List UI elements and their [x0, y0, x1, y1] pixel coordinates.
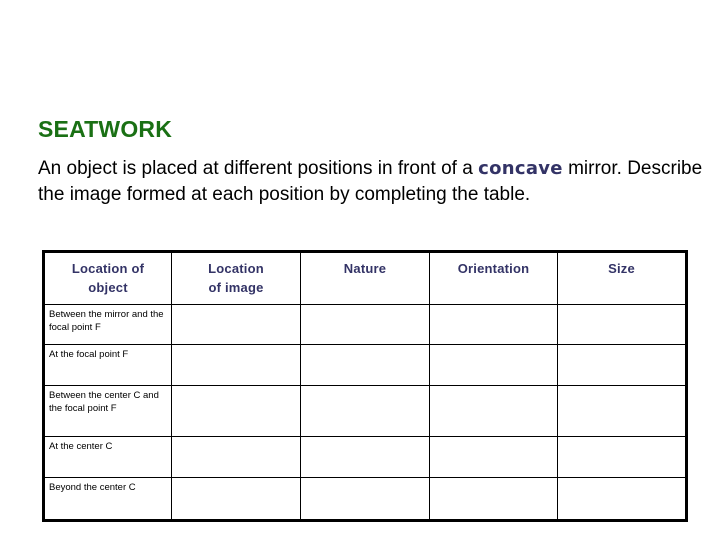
answer-blank [430, 345, 557, 385]
page-title: SEATWORK [38, 116, 173, 142]
answer-blank [301, 386, 429, 436]
cell-orientation[interactable] [429, 385, 558, 437]
header-cell-location-of-image: Location of image [171, 251, 301, 305]
answer-blank [301, 437, 429, 477]
row-label-text: At the center C [49, 441, 113, 452]
row-label-text: At the focal point F [49, 349, 129, 360]
header-cell-orientation: Orientation [429, 251, 558, 305]
header-label-nature: Nature [343, 261, 387, 276]
cell-nature[interactable] [300, 344, 430, 386]
answer-blank [430, 386, 557, 436]
answer-blank [558, 305, 685, 344]
emphasis-concave: concave [478, 158, 563, 179]
header-label-location-of-object-line1: Location of [71, 261, 145, 276]
cell-size[interactable] [557, 304, 687, 345]
answer-blank [172, 305, 300, 344]
cell-size[interactable] [557, 344, 687, 386]
header-cell-nature: Nature [300, 251, 430, 305]
answer-blank [172, 478, 300, 519]
header-label-location-of-object-line2: object [88, 280, 128, 295]
row-label-text: Between the mirror and the focal point F [49, 309, 164, 333]
cell-location-of-image[interactable] [171, 304, 301, 345]
table-header-row: Location of object Location of image Nat… [43, 251, 687, 305]
row-label-text: Beyond the center C [49, 482, 136, 493]
header-label-size: Size [608, 261, 635, 276]
cell-location-of-image[interactable] [171, 385, 301, 437]
instruction-text-part1: An object is placed at different positio… [38, 158, 479, 179]
answer-blank [558, 386, 685, 436]
cell-orientation[interactable] [429, 344, 558, 386]
answer-blank [430, 478, 557, 519]
cell-location-of-object: At the focal point F [43, 344, 172, 386]
cell-nature[interactable] [300, 436, 430, 478]
answer-blank [430, 437, 557, 477]
answer-blank [301, 345, 429, 385]
seatwork-table: Location of object Location of image Nat… [42, 250, 688, 522]
instruction-paragraph: An object is placed at different positio… [38, 156, 708, 208]
cell-size[interactable] [557, 477, 687, 521]
header-cell-location-of-object: Location of object [43, 251, 172, 305]
cell-nature[interactable] [300, 385, 430, 437]
answer-blank [172, 345, 300, 385]
answer-blank [172, 386, 300, 436]
cell-location-of-object: Beyond the center C [43, 477, 172, 521]
answer-blank [430, 305, 557, 344]
answer-blank [558, 345, 685, 385]
cell-location-of-image[interactable] [171, 477, 301, 521]
table-row: Between the center C and the focal point… [43, 385, 687, 437]
answer-blank [301, 305, 429, 344]
answer-blank [301, 478, 429, 519]
answer-blank [558, 437, 685, 477]
table-row: At the center C [43, 436, 687, 478]
row-label-text: Between the center C and the focal point… [49, 390, 159, 414]
answer-blank [558, 478, 685, 519]
cell-location-of-object: Between the mirror and the focal point F [43, 304, 172, 345]
cell-orientation[interactable] [429, 436, 558, 478]
seatwork-table-container: Location of object Location of image Nat… [42, 250, 688, 522]
cell-location-of-object: At the center C [43, 436, 172, 478]
cell-nature[interactable] [300, 477, 430, 521]
cell-orientation[interactable] [429, 477, 558, 521]
slide-canvas: SEATWORK An object is placed at differen… [0, 0, 720, 540]
table-row: Beyond the center C [43, 477, 687, 521]
header-label-location-of-image-line2: of image [208, 280, 264, 295]
header-label-location-of-image-line1: Location [208, 261, 264, 276]
cell-size[interactable] [557, 436, 687, 478]
table-row: Between the mirror and the focal point F [43, 304, 687, 345]
cell-orientation[interactable] [429, 304, 558, 345]
cell-nature[interactable] [300, 304, 430, 345]
header-cell-size: Size [557, 251, 687, 305]
header-label-orientation: Orientation [457, 261, 530, 276]
cell-location-of-object: Between the center C and the focal point… [43, 385, 172, 437]
cell-size[interactable] [557, 385, 687, 437]
table-row: At the focal point F [43, 344, 687, 386]
cell-location-of-image[interactable] [171, 436, 301, 478]
answer-blank [172, 437, 300, 477]
cell-location-of-image[interactable] [171, 344, 301, 386]
